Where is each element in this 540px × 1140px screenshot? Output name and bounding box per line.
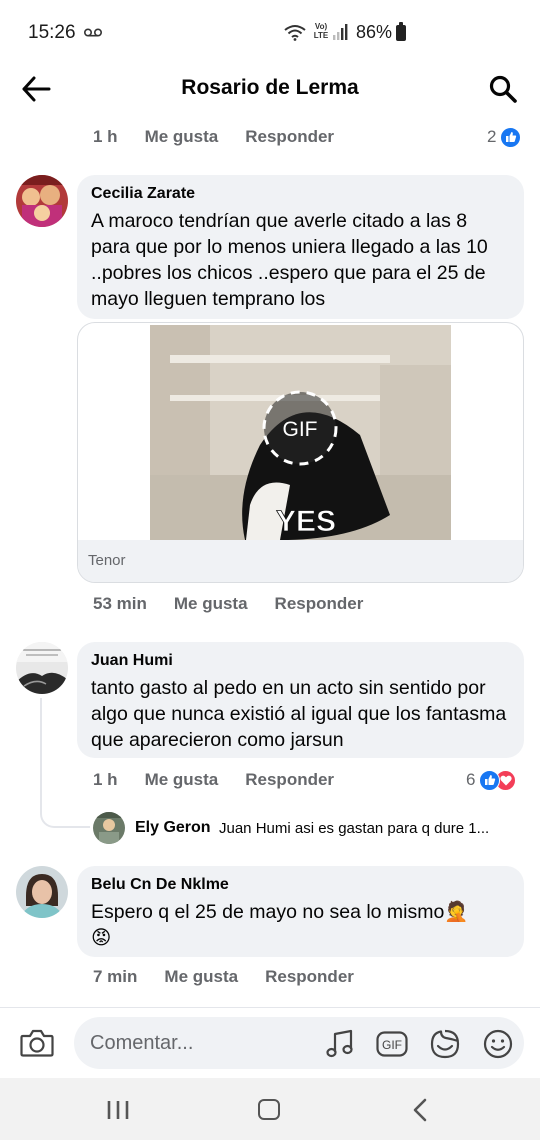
comment-box[interactable]: GIF [74, 1017, 524, 1069]
gif-attachment[interactable]: GIF YES Tenor [77, 322, 524, 583]
camera-icon[interactable] [20, 1028, 54, 1058]
comment-bubble: Cecilia Zarate A maroco tendrían que ave… [77, 175, 524, 319]
comment-bubble: Juan Humi tanto gasto al pedo en un acto… [77, 642, 524, 758]
reply-author: Ely Geron [135, 819, 211, 836]
reply-button[interactable]: Responder [265, 967, 354, 987]
comment-time: 53 min [93, 594, 147, 613]
comment-actions: 7 min Me gusta Responder [93, 964, 381, 990]
status-time: 15:26 [28, 22, 76, 43]
like-reaction-icon [479, 769, 501, 791]
page-title: Rosario de Lerma [181, 76, 359, 99]
comment-composer: GIF [0, 1008, 540, 1078]
volte-icon: Vo) LTE [313, 22, 329, 40]
battery-level: 86% [356, 22, 393, 42]
like-button[interactable]: Me gusta [174, 594, 248, 614]
battery-icon [396, 22, 406, 41]
comment-actions: 1 h Me gusta Responder [93, 124, 361, 150]
gif-badge: GIF [283, 418, 318, 441]
comment-text: tanto gasto al pedo en un acto sin senti… [91, 677, 507, 751]
reaction-summary[interactable]: 2 [487, 124, 522, 150]
sticker-icon[interactable] [429, 1029, 461, 1059]
gif-caption: YES [276, 505, 336, 538]
avatar[interactable] [16, 866, 68, 918]
voicemail-icon [84, 28, 102, 37]
header: Rosario de Lerma [0, 66, 540, 112]
comment-author[interactable]: Juan Humi [91, 651, 510, 671]
emoji-icon[interactable] [482, 1029, 514, 1059]
gif-source: Tenor [88, 552, 126, 569]
comment-emoji: 😡 [91, 927, 112, 949]
system-nav-bar [0, 1078, 540, 1140]
comment-actions: 53 min Me gusta Responder [93, 591, 390, 617]
wifi-icon [284, 25, 306, 41]
avatar[interactable] [16, 642, 68, 694]
search-icon[interactable] [488, 74, 518, 104]
signal-icon [333, 24, 348, 40]
comment-time: 7 min [93, 967, 138, 986]
reaction-count: 2 [487, 127, 497, 146]
like-button[interactable]: Me gusta [145, 770, 219, 790]
comment-actions: 1 h Me gusta Responder [93, 767, 361, 793]
reply-button[interactable]: Responder [245, 127, 334, 147]
comment-input[interactable] [90, 1017, 320, 1069]
like-button[interactable]: Me gusta [145, 127, 219, 147]
home-icon[interactable] [258, 1099, 280, 1120]
comment-author[interactable]: Belu Cn De Nklme [91, 875, 510, 895]
music-icon[interactable] [324, 1029, 356, 1059]
gif-picker-label: GIF [382, 1038, 402, 1052]
reply-button[interactable]: Responder [245, 770, 334, 790]
recent-apps-icon[interactable] [106, 1100, 130, 1120]
gif-image[interactable]: GIF YES [150, 325, 451, 540]
comment-text: A maroco tendrían que averle citado a la… [91, 210, 488, 310]
gif-footer: Tenor [78, 540, 523, 582]
status-bar: 15:26 Vo) LTE 86% [0, 0, 540, 66]
reaction-summary[interactable]: 6 [466, 767, 517, 793]
like-reaction-icon [500, 126, 522, 148]
thread-line [40, 698, 90, 828]
comment-time: 1 h [93, 770, 118, 789]
comment-text: Espero q el 25 de mayo no sea lo mismo🤦 [91, 901, 469, 923]
avatar[interactable] [16, 175, 68, 227]
reply-button[interactable]: Responder [275, 594, 364, 614]
gif-picker-icon[interactable]: GIF [376, 1029, 408, 1059]
comment-time: 1 h [93, 127, 118, 146]
nav-back-icon[interactable] [410, 1098, 430, 1122]
like-button[interactable]: Me gusta [164, 967, 238, 987]
comment-author[interactable]: Cecilia Zarate [91, 184, 510, 204]
reaction-count: 6 [466, 770, 476, 789]
reply-text: Juan Humi asi es gastan para q dure 1... [219, 820, 490, 837]
comment-bubble: Belu Cn De Nklme Espero q el 25 de mayo … [77, 866, 524, 957]
reply-preview[interactable]: Ely Geron Juan Humi asi es gastan para q… [93, 812, 533, 846]
reply-avatar[interactable] [93, 812, 125, 844]
